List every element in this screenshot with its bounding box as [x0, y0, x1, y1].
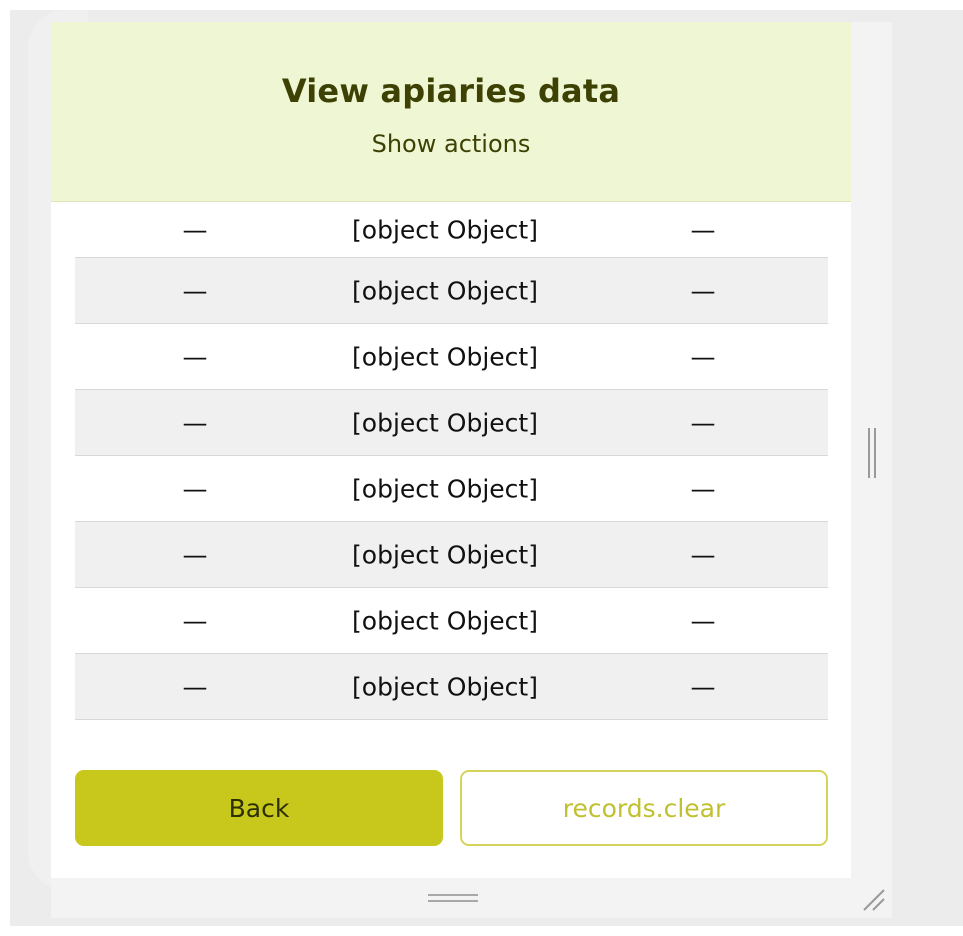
resize-corner-icon[interactable] [858, 884, 886, 912]
table-cell: [object Object] [352, 474, 538, 503]
table-row[interactable]: — [object Object] — [75, 390, 828, 456]
back-button[interactable]: Back [75, 770, 443, 846]
table-cell: — [182, 408, 208, 437]
table-cell: [object Object] [352, 672, 538, 701]
table-row[interactable]: — [object Object] — [75, 456, 828, 522]
table-row[interactable]: — [object Object] — [75, 654, 828, 720]
action-buttons: Back records.clear [75, 770, 828, 846]
vertical-grip-icon[interactable] [868, 428, 878, 478]
table-cell: — [690, 606, 716, 635]
table-cell: — [690, 342, 716, 371]
page-title: View apiaries data [281, 72, 621, 110]
table-row[interactable]: — [object Object] — [75, 522, 828, 588]
table-cell: — [690, 276, 716, 305]
table-cell: [object Object] [352, 408, 538, 437]
apiaries-table: — [object Object] — — [object Object] — … [75, 203, 828, 720]
table-cell: — [182, 540, 208, 569]
table-cell: — [182, 276, 208, 305]
table-cell: [object Object] [352, 215, 538, 245]
table-cell: [object Object] [352, 276, 538, 305]
panel-header: View apiaries data Show actions [51, 22, 851, 202]
show-actions-link[interactable]: Show actions [51, 130, 851, 158]
table-row[interactable]: — [object Object] — [75, 203, 828, 258]
table-row[interactable]: — [object Object] — [75, 588, 828, 654]
clear-records-button[interactable]: records.clear [460, 770, 828, 846]
table-cell: — [182, 606, 208, 635]
table-cell: — [182, 474, 208, 503]
table-cell: — [690, 672, 716, 701]
table-cell: — [690, 215, 716, 245]
table-cell: — [182, 215, 208, 245]
horizontal-grip-icon[interactable] [428, 894, 478, 904]
apiaries-panel: View apiaries data Show actions — [objec… [51, 22, 851, 878]
table-cell: [object Object] [352, 342, 538, 371]
table-row[interactable]: — [object Object] — [75, 258, 828, 324]
table-cell: — [690, 408, 716, 437]
table-cell: — [690, 540, 716, 569]
table-cell: — [690, 474, 716, 503]
table-cell: [object Object] [352, 540, 538, 569]
table-cell: — [182, 342, 208, 371]
table-cell: — [182, 672, 208, 701]
table-cell: [object Object] [352, 606, 538, 635]
table-row[interactable]: — [object Object] — [75, 324, 828, 390]
